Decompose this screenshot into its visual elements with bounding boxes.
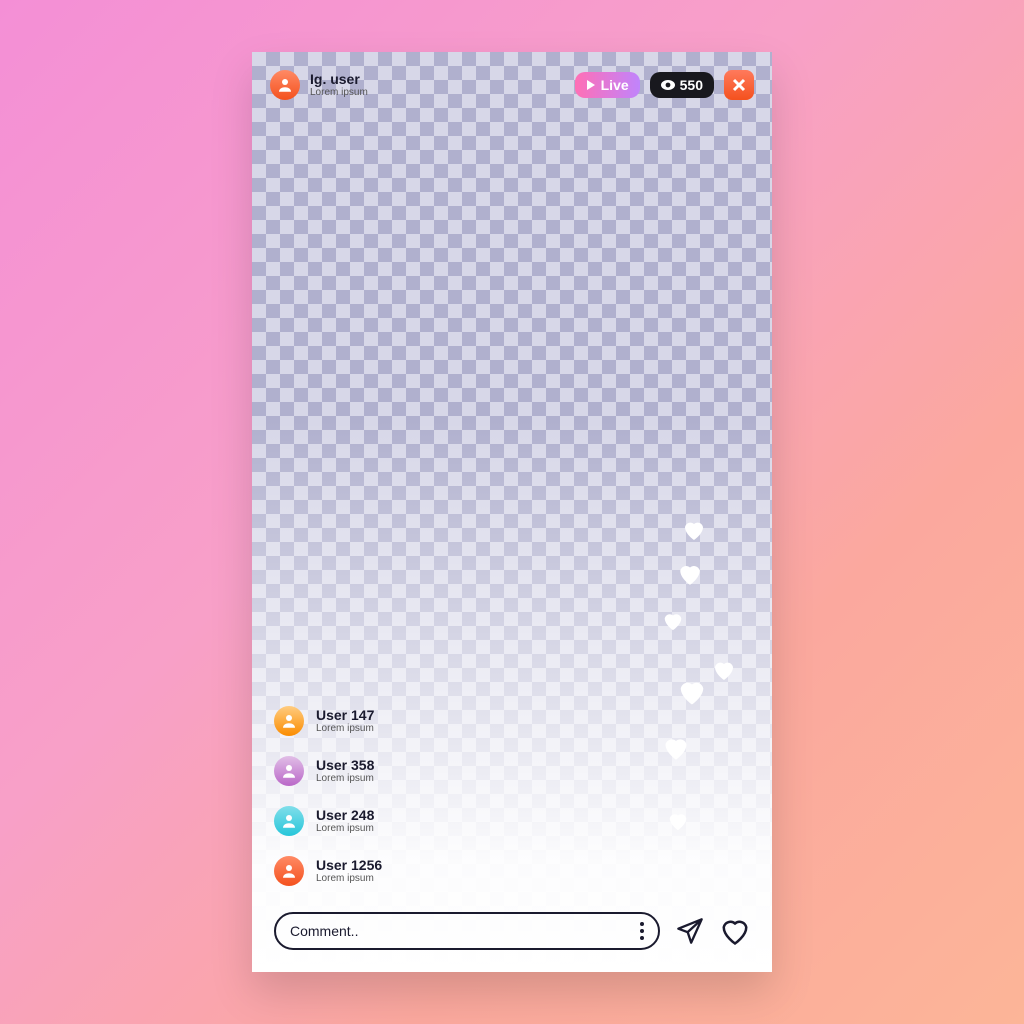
- streamer-meta: Ig. user Lorem ipsum: [310, 72, 368, 98]
- comment-meta: User 248Lorem ipsum: [316, 808, 374, 834]
- like-button[interactable]: [720, 917, 750, 945]
- play-icon: [586, 80, 596, 90]
- comment-item: User 248Lorem ipsum: [274, 806, 382, 836]
- live-stream-phone-frame: Ig. user Lorem ipsum Live 550 User 147Lo…: [252, 52, 772, 972]
- comment-item: User 1256Lorem ipsum: [274, 856, 382, 886]
- comment-meta: User 1256Lorem ipsum: [316, 858, 382, 884]
- live-badge: Live: [575, 72, 640, 98]
- commenter-avatar[interactable]: [274, 706, 304, 736]
- comment-text: Lorem ipsum: [316, 723, 374, 734]
- share-button[interactable]: [676, 917, 704, 945]
- person-icon: [280, 812, 298, 830]
- eye-icon: [661, 80, 675, 90]
- stream-header: Ig. user Lorem ipsum Live 550: [270, 70, 754, 100]
- comment-input[interactable]: Comment..: [274, 912, 660, 950]
- comment-meta: User 147Lorem ipsum: [316, 708, 374, 734]
- streamer-avatar[interactable]: [270, 70, 300, 100]
- comment-placeholder: Comment..: [290, 923, 358, 939]
- commenter-name: User 147: [316, 708, 374, 723]
- person-icon: [276, 76, 294, 94]
- comment-item: User 358Lorem ipsum: [274, 756, 382, 786]
- person-icon: [280, 862, 298, 880]
- streamer-username: Ig. user: [310, 72, 368, 87]
- comment-meta: User 358Lorem ipsum: [316, 758, 374, 784]
- comment-text: Lorem ipsum: [316, 873, 382, 884]
- commenter-avatar[interactable]: [274, 756, 304, 786]
- person-icon: [280, 712, 298, 730]
- more-options-icon[interactable]: [640, 922, 644, 940]
- commenter-name: User 1256: [316, 858, 382, 873]
- comment-item: User 147Lorem ipsum: [274, 706, 382, 736]
- stream-footer: Comment..: [274, 912, 750, 950]
- viewer-count: 550: [680, 77, 703, 93]
- streamer-subtitle: Lorem ipsum: [310, 87, 368, 98]
- close-icon: [732, 78, 746, 92]
- commenter-avatar[interactable]: [274, 806, 304, 836]
- commenter-name: User 248: [316, 808, 374, 823]
- comments-list: User 147Lorem ipsumUser 358Lorem ipsumUs…: [274, 706, 382, 886]
- person-icon: [280, 762, 298, 780]
- live-label: Live: [601, 77, 629, 93]
- comment-text: Lorem ipsum: [316, 773, 374, 784]
- viewer-count-badge: 550: [650, 72, 714, 98]
- commenter-avatar[interactable]: [274, 856, 304, 886]
- comment-text: Lorem ipsum: [316, 823, 374, 834]
- commenter-name: User 358: [316, 758, 374, 773]
- close-button[interactable]: [724, 70, 754, 100]
